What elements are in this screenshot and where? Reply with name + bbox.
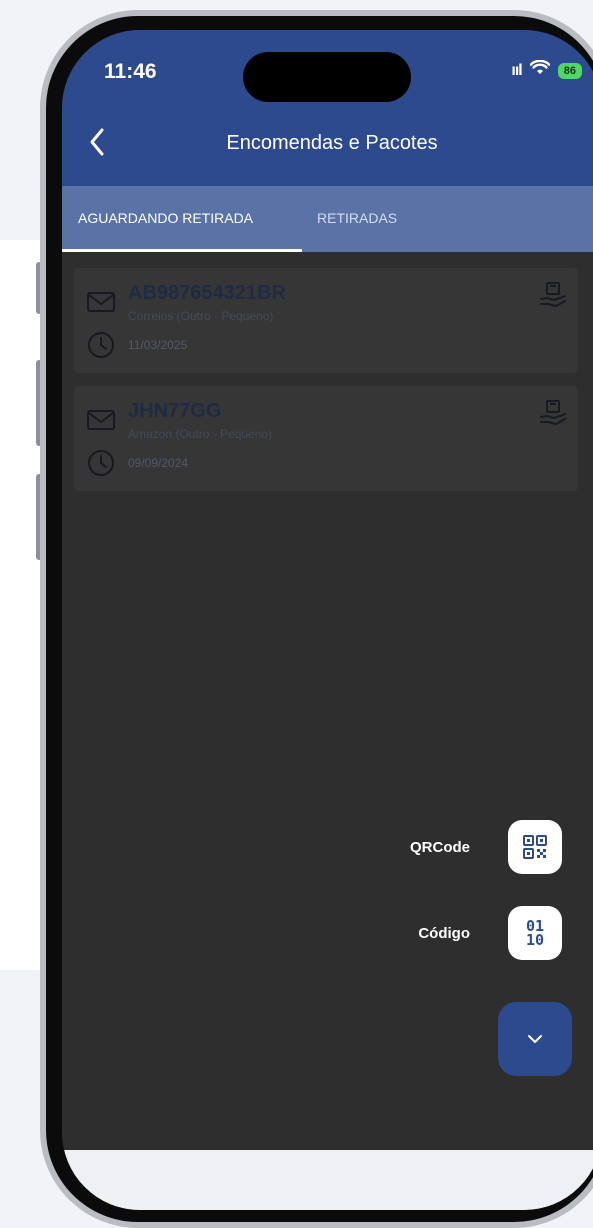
code-label[interactable]: Código [418, 925, 470, 942]
clock-icon [86, 330, 116, 365]
active-tab-indicator [62, 249, 302, 252]
app-header: 11:46 ııl 86 Encomendas e Pacotes [62, 30, 593, 186]
qrcode-button[interactable] [508, 820, 562, 874]
code-button[interactable]: 01 10 [508, 906, 562, 960]
tab-retiradas[interactable]: RETIRADAS [317, 210, 397, 226]
package-card[interactable]: JHN77GG Amazon (Outro - Pequeno) 09/09/2… [74, 386, 578, 491]
package-carrier: Correios (Outro - Pequeno) [128, 309, 274, 323]
package-code: AB987654321BR [128, 282, 286, 304]
signal-icon: ııl [511, 61, 522, 79]
package-carrier: Amazon (Outro - Pequeno) [128, 427, 273, 441]
fab-toggle-button[interactable] [498, 1002, 572, 1076]
chevron-down-icon [528, 1035, 542, 1043]
battery-icon: 86 [557, 62, 582, 79]
status-icons: ııl 86 [511, 59, 582, 81]
code-option[interactable]: Código 01 10 [418, 906, 562, 960]
envelope-icon [86, 408, 116, 437]
envelope-icon [86, 290, 116, 319]
qrcode-label[interactable]: QRCode [410, 839, 470, 856]
tab-aguardando-retirada[interactable]: AGUARDANDO RETIRADA [78, 210, 253, 226]
dynamic-island [243, 52, 411, 102]
bottom-bar [62, 1150, 593, 1210]
binary-code-icon: 01 10 [525, 917, 545, 949]
package-code: JHN77GG [128, 400, 222, 422]
package-card[interactable]: AB987654321BR Correios (Outro - Pequeno)… [74, 268, 578, 373]
qrcode-icon [523, 835, 547, 859]
package-handover-icon[interactable] [538, 280, 568, 315]
package-handover-icon[interactable] [538, 398, 568, 433]
tab-bar: AGUARDANDO RETIRADA RETIRADAS [62, 186, 593, 252]
page-title: Encomendas e Pacotes [226, 132, 438, 154]
status-time: 11:46 [104, 60, 157, 83]
package-date: 09/09/2024 [128, 456, 189, 470]
clock-icon [86, 448, 116, 483]
app-screen: 11:46 ııl 86 Encomendas e Pacotes AGUARD… [62, 30, 593, 1210]
wifi-icon [529, 59, 551, 81]
package-date: 11/03/2025 [128, 338, 188, 352]
qrcode-option[interactable]: QRCode [410, 820, 562, 874]
